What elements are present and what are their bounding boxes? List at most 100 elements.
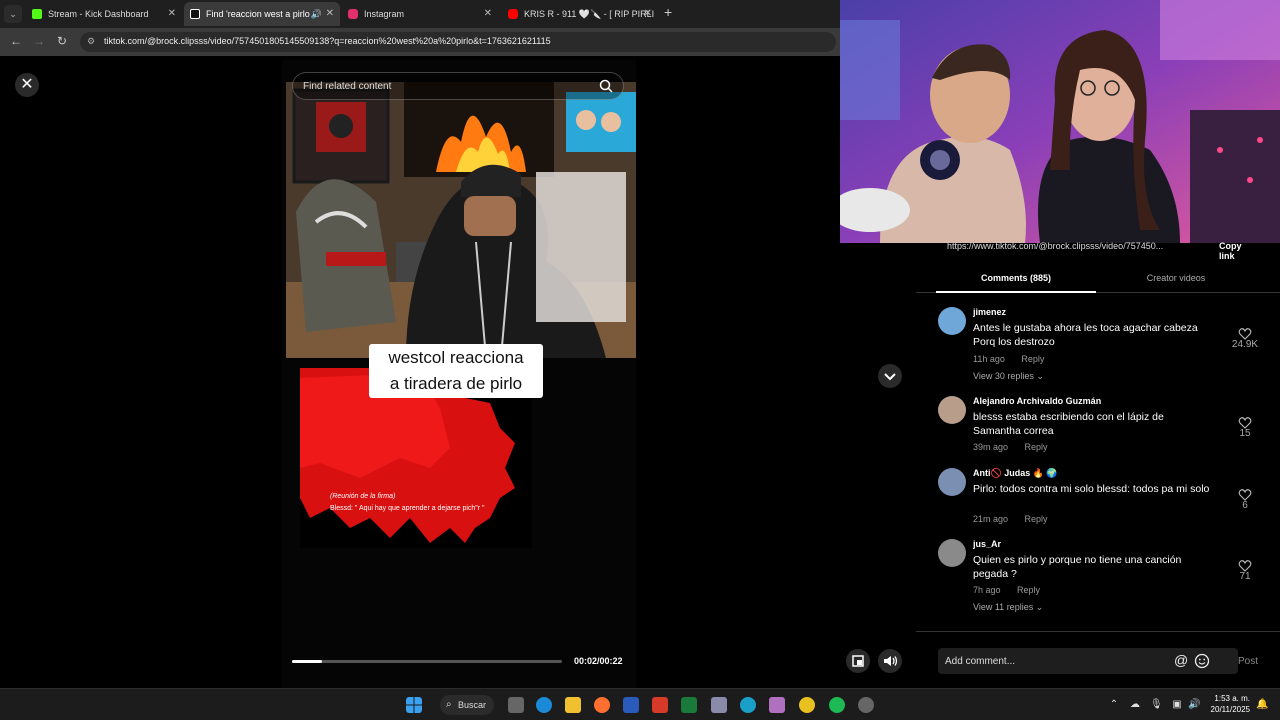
comment-item: Alejandro Archivaldo Guzmán blesss estab… [938,396,1268,458]
tab-instagram[interactable]: Instagram ✕ [342,2,498,26]
comments-panel: https://www.tiktok.com/@brock.clipsss/vi… [916,241,1280,688]
comment-meta: 39m ago Reply [973,442,1048,452]
comment-username[interactable]: Anti🚫 Judas 🔥 🌍 [973,468,1058,479]
add-comment-placeholder: Add comment... [945,656,1016,667]
comment-meta: 11h ago Reply [973,354,1044,364]
comment-text: Antes le gustaba ahora les toca agachar … [973,322,1198,348]
comment-username[interactable]: Alejandro Archivaldo Guzmán [973,396,1101,406]
reload-icon[interactable]: ↻ [57,34,67,48]
game-controller-icon[interactable] [769,697,785,713]
comment-username[interactable]: jus_Ar [973,539,1001,549]
webcam-overlay [840,0,1280,243]
post-button[interactable]: Post [1238,656,1258,667]
video-caption: westcol reacciona a tiradera de pirlo [369,344,543,398]
reply-button[interactable]: Reply [1021,354,1044,364]
search-icon[interactable] [599,79,613,93]
taskbar-search[interactable]: ⌕ Buscar [440,695,494,715]
avatar[interactable] [938,396,966,424]
avatar[interactable] [938,468,966,496]
panel-divider [916,631,1280,632]
panel-tabs: Comments (885) Creator videos [916,265,1280,293]
tab-kick-dashboard[interactable]: Stream - Kick Dashboard ✕ [26,2,182,26]
reply-button[interactable]: Reply [1025,514,1048,524]
forward-icon[interactable]: → [33,34,45,48]
url-text: tiktok.com/@brock.clipsss/video/75745018… [104,36,551,46]
comment-time: 11h ago [973,354,1005,364]
new-tab-button[interactable]: + [664,4,672,20]
reply-button[interactable]: Reply [1025,442,1048,452]
youtube-icon [508,9,518,19]
view-replies-button[interactable]: View 11 replies ⌄ [973,602,1043,613]
powerpoint-icon[interactable] [652,697,668,713]
close-icon[interactable]: ✕ [168,2,176,26]
volume-button[interactable] [878,649,902,673]
url-field[interactable]: ⚙ tiktok.com/@brock.clipsss/video/757450… [80,32,836,52]
chrome-icon[interactable] [799,697,815,713]
tiktok-page: ✕ Find related content westcol reacciona… [0,56,902,688]
tab-label: KRIS R - 911 🤍🔪 - [ RIP PIRLI [524,9,655,19]
close-video-button[interactable]: ✕ [15,73,39,97]
close-icon[interactable]: ✕ [484,2,492,26]
site-info-icon[interactable]: ⚙ [87,36,99,48]
mention-icon[interactable]: @ [1174,652,1188,668]
edge-icon[interactable] [536,697,552,713]
like-count: 24.9K [1231,339,1259,350]
tab-tiktok[interactable]: Find 'reaccion west a pirlo 🔊 ✕ [184,2,340,26]
avatar[interactable] [938,539,966,567]
back-icon[interactable]: ← [10,34,22,48]
emoji-icon[interactable] [1194,653,1210,669]
comment-text: Pirlo: todos contra mi solo blessd: todo… [973,483,1210,495]
close-icon[interactable]: ✕ [644,2,652,26]
copy-link-button[interactable]: Copy link [1219,241,1257,261]
tab-search-button[interactable]: ⌄ [4,5,22,23]
chevron-down-icon [884,373,896,381]
instagram-icon [348,9,358,19]
video-time: 00:02/00:22 [574,656,623,666]
chevron-up-icon[interactable]: ⌃ [1108,699,1120,711]
notifications-icon[interactable]: 🔔 [1256,699,1268,711]
comment-time: 7h ago [973,585,1001,595]
view-replies-button[interactable]: View 30 replies ⌄ [973,371,1044,382]
next-video-button[interactable] [878,364,902,388]
video-progress-bar[interactable] [292,660,562,663]
video-frame-scene [286,82,636,358]
add-comment-field[interactable]: Add comment... @ [938,648,1238,674]
speaker-icon[interactable]: 🔊 [311,2,322,26]
caption-line-1: westcol reacciona [388,348,524,367]
picture-in-picture-icon [852,655,864,667]
clock-date: 20/11/2025 [1210,705,1250,714]
cloud-icon[interactable]: ☁ [1129,699,1141,711]
avatar[interactable] [938,307,966,335]
volume-icon [884,656,898,666]
tab-youtube[interactable]: KRIS R - 911 🤍🔪 - [ RIP PIRLI ✕ [502,2,658,26]
task-view-icon[interactable] [508,697,524,713]
microphone-icon[interactable]: 🎙 [1150,699,1163,711]
display-icon[interactable]: ▣ [1171,699,1183,711]
file-explorer-icon[interactable] [565,697,581,713]
find-related-search[interactable]: Find related content [292,72,624,100]
canva-icon[interactable] [740,697,756,713]
spotify-icon[interactable] [829,697,845,713]
tab-creator-videos[interactable]: Creator videos [1086,273,1266,283]
firefox-icon[interactable] [594,697,610,713]
word-icon[interactable] [623,697,639,713]
comment-meta: 21m ago Reply [973,514,1048,524]
app-icon[interactable] [711,697,727,713]
close-icon[interactable]: ✕ [326,2,334,26]
excel-icon[interactable] [681,697,697,713]
address-bar-row: ← → ↻ ⚙ tiktok.com/@brock.clipsss/video/… [0,28,840,56]
taskbar-clock[interactable]: 1:53 a. m. 20/11/2025 [1206,693,1250,715]
kick-icon [32,9,42,19]
windows-start-icon[interactable] [406,697,422,713]
volume-icon[interactable]: 🔊 [1188,699,1200,711]
reply-button[interactable]: Reply [1017,585,1040,595]
tab-comments[interactable]: Comments (885) [926,273,1106,283]
comment-username[interactable]: jimenez [973,307,1006,317]
pip-button[interactable] [846,649,870,673]
tab-label: Instagram [364,9,405,19]
taskbar: ⌕ Buscar ⌃ ☁ 🎙 ▣ 🔊 1:53 a. m. 20/11/2025… [0,688,1280,720]
scene-illustration [286,82,636,358]
obs-icon[interactable] [858,697,874,713]
video-subtitle-2: Blessd: " Aqui hay que aprender a dejars… [330,505,485,512]
caption-line-2: a tiradera de pirlo [389,374,523,393]
